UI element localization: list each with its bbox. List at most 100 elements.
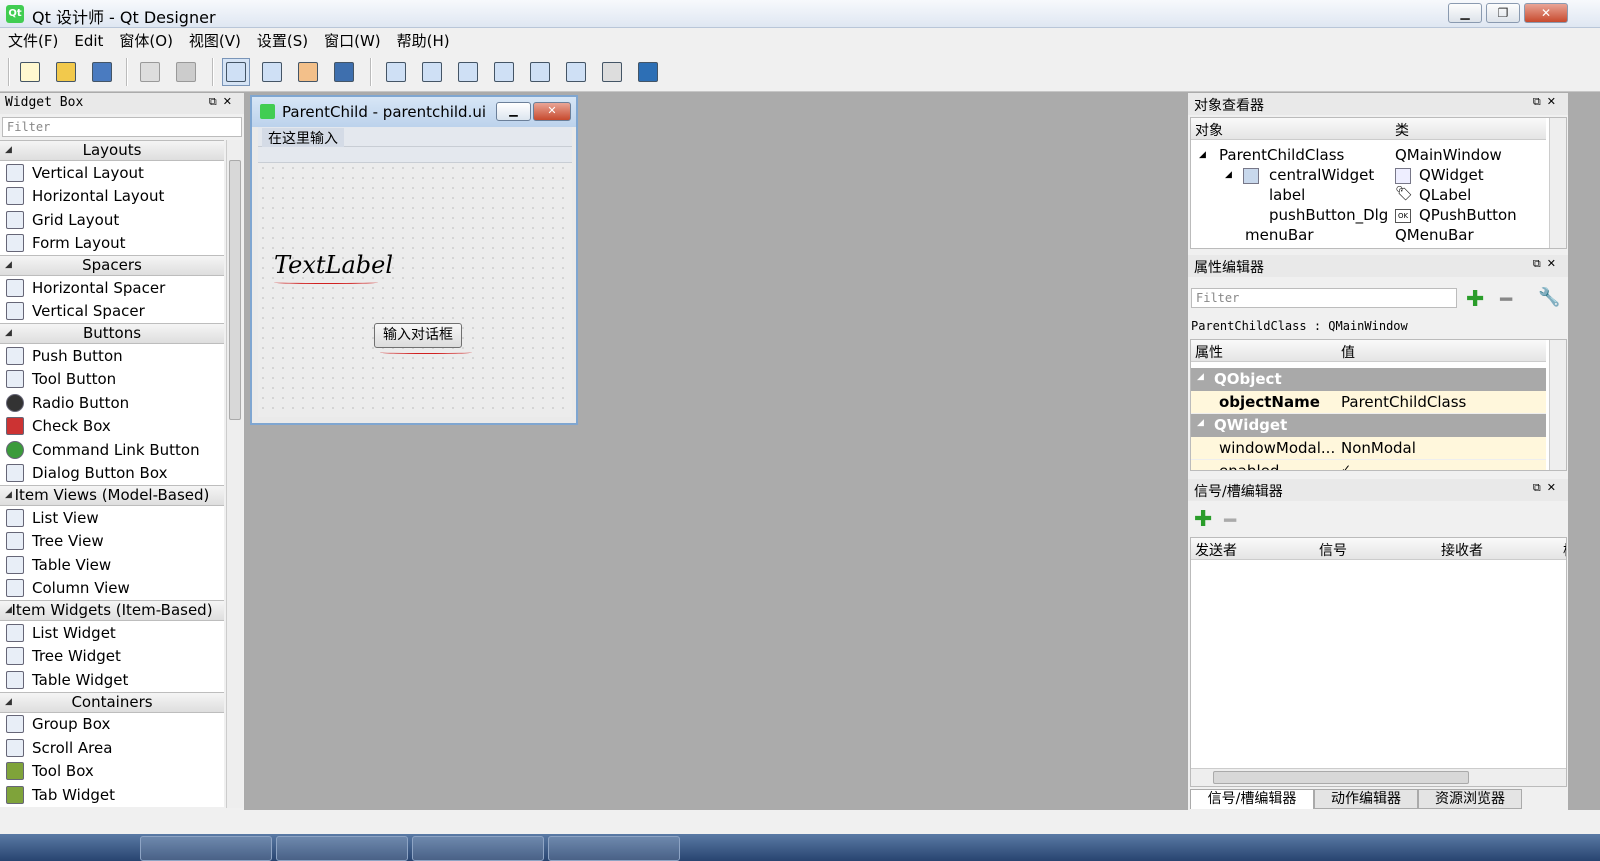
category-buttons[interactable]: Buttons [0, 323, 224, 344]
form-title-bar[interactable]: ParentChild - parentchild.ui ▁ ✕ [252, 97, 576, 127]
menu-settings[interactable]: 设置(S) [249, 28, 316, 53]
col-class[interactable]: 类 [1395, 120, 1409, 140]
menu-form[interactable]: 窗体(O) [111, 28, 181, 53]
category-layouts[interactable]: Layouts [0, 140, 224, 161]
float-icon[interactable]: ⧉ [1533, 95, 1547, 108]
adjust-size-button[interactable] [634, 58, 662, 86]
widget-form-layout[interactable]: Form Layout [0, 231, 224, 255]
taskbar-item[interactable] [276, 836, 408, 861]
col-value[interactable]: 值 [1341, 342, 1355, 362]
add-connection-button[interactable]: ✚ [1194, 507, 1212, 532]
widget-vertical-layout[interactable]: Vertical Layout [0, 161, 224, 185]
taskbar-item[interactable] [548, 836, 680, 861]
add-property-button[interactable]: ✚ [1466, 287, 1484, 312]
edit-signals-slots-button[interactable] [258, 58, 286, 86]
form-close-button[interactable]: ✕ [533, 102, 571, 121]
category-spacers[interactable]: Spacers [0, 255, 224, 276]
widget-push-button[interactable]: Push Button [0, 344, 224, 368]
prop-value-checkbox[interactable]: ✓ [1341, 462, 1351, 470]
widget-horizontal-layout[interactable]: Horizontal Layout [0, 184, 224, 208]
send-to-back-button[interactable] [136, 58, 164, 86]
close-icon[interactable]: ✕ [1547, 481, 1562, 494]
widget-tool-box[interactable]: Tool Box [0, 759, 224, 783]
scrollbar-thumb[interactable] [1213, 771, 1469, 784]
menu-file[interactable]: 文件(F) [0, 28, 66, 53]
new-file-button[interactable] [16, 58, 44, 86]
form-menu-placeholder[interactable]: 在这里输入 [262, 128, 344, 148]
category-item-views[interactable]: Item Views (Model-Based) [0, 485, 224, 506]
expand-icon[interactable]: ◢ [1225, 170, 1232, 180]
widget-filter-input[interactable]: Filter [2, 117, 242, 137]
widget-tab-widget[interactable]: Tab Widget [0, 783, 224, 807]
widget-horizontal-spacer[interactable]: Horizontal Spacer [0, 276, 224, 300]
category-item-widgets[interactable]: Item Widgets (Item-Based) [0, 600, 224, 621]
form-minimize-button[interactable]: ▁ [496, 102, 531, 121]
vertical-splitter-button[interactable] [490, 58, 518, 86]
tree-row[interactable]: ◢ ParentChildClass QMainWindow [1191, 146, 1546, 166]
float-icon[interactable]: ⧉ [1533, 257, 1547, 270]
close-icon[interactable]: ✕ [1547, 95, 1562, 108]
tree-row[interactable]: pushButton_Dlg OK QPushButton [1191, 206, 1546, 226]
prop-value[interactable]: NonModal [1341, 439, 1416, 457]
push-button-dlg[interactable]: 输入对话框 [374, 323, 462, 348]
float-icon[interactable]: ⧉ [209, 95, 223, 108]
widget-tool-button[interactable]: Tool Button [0, 367, 224, 391]
widget-table-widget[interactable]: Table Widget [0, 668, 224, 692]
maximize-button[interactable]: ❐ [1486, 3, 1520, 23]
group-qobject[interactable]: QObject [1191, 368, 1546, 391]
widget-vertical-spacer[interactable]: Vertical Spacer [0, 299, 224, 323]
remove-connection-button[interactable]: ━ [1224, 508, 1236, 532]
widget-command-link-button[interactable]: Command Link Button [0, 438, 224, 462]
edit-widgets-button[interactable] [222, 58, 250, 86]
connections-table[interactable]: 发送者 信号 接收者 槽 [1190, 537, 1567, 787]
group-qwidget[interactable]: QWidget [1191, 414, 1546, 437]
text-label[interactable]: TextLabel [274, 251, 393, 279]
open-file-button[interactable] [52, 58, 80, 86]
taskbar-item[interactable] [412, 836, 544, 861]
menu-window[interactable]: 窗口(W) [316, 28, 389, 53]
prop-row-windowmodality[interactable]: windowModal... NonModal [1191, 437, 1546, 460]
minimize-button[interactable]: ▁ [1448, 3, 1482, 23]
form-central-widget[interactable]: TextLabel 输入对话框 [258, 163, 572, 417]
dock-buttons[interactable]: ⧉✕ [209, 95, 238, 109]
bring-to-front-button[interactable] [172, 58, 200, 86]
widget-radio-button[interactable]: Radio Button [0, 391, 224, 415]
col-signal[interactable]: 信号 [1319, 540, 1347, 560]
widget-tree-view[interactable]: Tree View [0, 529, 224, 553]
col-property[interactable]: 属性 [1195, 342, 1223, 362]
widget-list-view[interactable]: List View [0, 506, 224, 530]
col-slot[interactable]: 槽 [1563, 540, 1566, 560]
object-tree[interactable]: 对象 类 ◢ ParentChildClass QMainWindow ◢ centr… [1190, 117, 1567, 249]
widget-group-box[interactable]: Group Box [0, 712, 224, 736]
edit-buddies-button[interactable] [294, 58, 322, 86]
widget-table-view[interactable]: Table View [0, 553, 224, 577]
dock-buttons[interactable]: ⧉✕ [1533, 481, 1562, 495]
edit-tab-order-button[interactable] [330, 58, 358, 86]
property-grid[interactable]: 属性 值 QObject objectNameParentChildClass … [1190, 339, 1567, 471]
prop-value[interactable]: ParentChildClass [1341, 393, 1466, 411]
tree-row[interactable]: label 🏷 QLabel [1191, 186, 1546, 206]
lay-out-vertically-button[interactable] [418, 58, 446, 86]
dock-buttons[interactable]: ⧉✕ [1533, 257, 1562, 271]
tab-action-editor[interactable]: 动作编辑器 [1314, 789, 1418, 809]
lay-out-horizontally-button[interactable] [382, 58, 410, 86]
break-layout-button[interactable] [598, 58, 626, 86]
form-layout-button[interactable] [562, 58, 590, 86]
configure-button[interactable]: 🔧 [1538, 287, 1560, 308]
float-icon[interactable]: ⧉ [1533, 481, 1547, 494]
dock-buttons[interactable]: ⧉✕ [1533, 95, 1562, 109]
widget-list-widget[interactable]: List Widget [0, 621, 224, 645]
tree-row[interactable]: menuBar QMenuBar [1191, 226, 1546, 246]
col-receiver[interactable]: 接收者 [1441, 540, 1483, 560]
widget-grid-layout[interactable]: Grid Layout [0, 208, 224, 232]
widget-column-view[interactable]: Column View [0, 576, 224, 600]
grid-layout-button[interactable] [526, 58, 554, 86]
tab-signal-slot-editor[interactable]: 信号/槽编辑器 [1190, 789, 1314, 809]
scrollbar-thumb[interactable] [229, 160, 241, 420]
tab-resource-browser[interactable]: 资源浏览器 [1418, 789, 1522, 809]
close-button[interactable]: ✕ [1524, 3, 1568, 23]
form-menu-bar[interactable]: 在这里输入 [258, 127, 572, 148]
form-window[interactable]: ParentChild - parentchild.ui ▁ ✕ 在这里输入 T… [250, 95, 578, 425]
object-tree-scrollbar[interactable] [1549, 118, 1566, 248]
close-icon[interactable]: ✕ [223, 95, 238, 108]
